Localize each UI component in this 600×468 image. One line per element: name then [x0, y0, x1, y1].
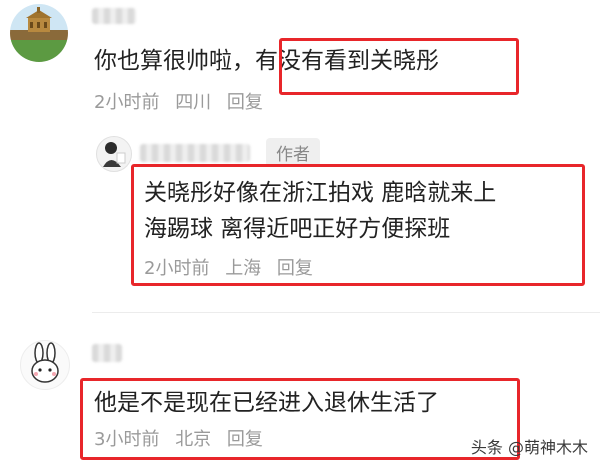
highlight-box — [80, 378, 520, 460]
bunny-avatar-icon — [31, 342, 59, 383]
username-blurred[interactable] — [92, 344, 122, 362]
comment-time: 2小时前 — [94, 92, 160, 113]
highlight-box — [279, 38, 519, 95]
person-avatar-icon — [103, 142, 126, 167]
username-blurred[interactable] — [140, 144, 250, 162]
watermark: 头条 @萌神木木 — [470, 438, 588, 457]
comment-meta: 2小时前 四川 回复 — [94, 88, 273, 114]
username-blurred[interactable] — [92, 8, 136, 24]
comment-location: 四川 — [175, 92, 212, 113]
avatar[interactable] — [96, 136, 132, 172]
comment-text-plain: 你也算很帅啦， — [94, 48, 255, 74]
author-badge: 作者 — [266, 138, 320, 167]
avatar[interactable] — [10, 4, 68, 62]
divider — [92, 312, 600, 313]
landscape-avatar-icon — [26, 7, 52, 32]
avatar[interactable] — [20, 340, 70, 390]
reply-button[interactable]: 回复 — [227, 92, 263, 113]
highlight-box — [131, 164, 585, 286]
